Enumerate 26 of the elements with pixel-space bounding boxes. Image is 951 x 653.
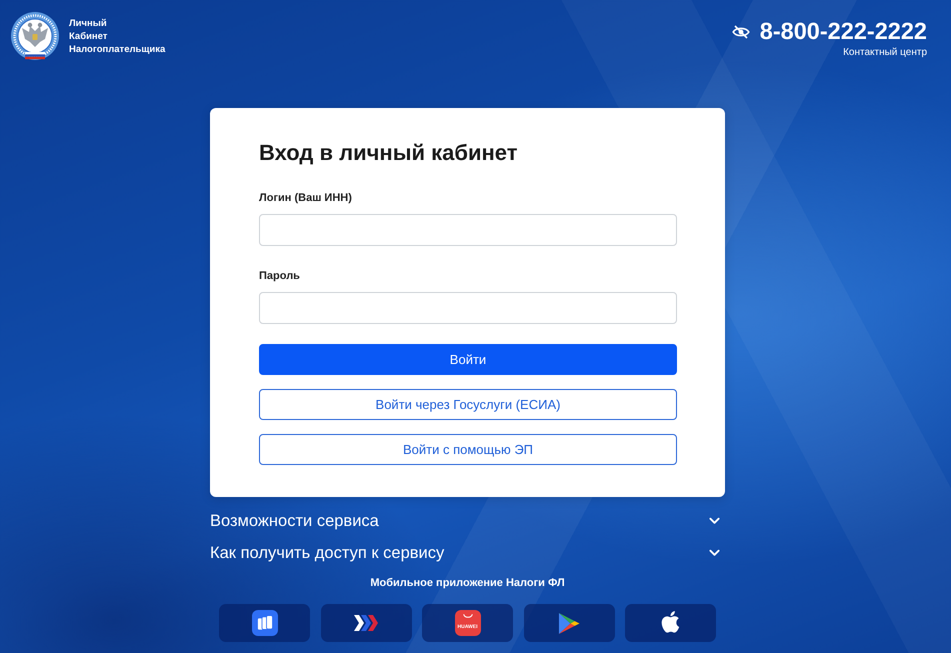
- play-triangle-icon: [558, 612, 580, 634]
- alt-login-button[interactable]: Войти с помощью ЭП: [259, 434, 677, 465]
- chevron-icon: [709, 517, 720, 525]
- form-title: Вход в личный кабинет: [259, 140, 518, 166]
- alt-login-button[interactable]: Войти через Госуслуги (ЕСИА): [259, 389, 677, 420]
- bag-handle-icon: [462, 614, 474, 619]
- store-button[interactable]: [625, 604, 716, 642]
- input-field[interactable]: [259, 292, 677, 324]
- store-button[interactable]: [219, 604, 310, 642]
- login-button[interactable]: Войти: [259, 344, 677, 375]
- apple-icon: [661, 611, 680, 635]
- crossed-eye-icon[interactable]: [732, 24, 750, 38]
- accordion-toggle[interactable]: Как получить доступ к сервису: [210, 537, 725, 569]
- field-label: Пароль: [259, 269, 301, 284]
- site-title: Личный Кабинет Налогоплательщика: [69, 17, 166, 56]
- field-label: Логин (Ваш ИНН): [259, 191, 353, 206]
- chevron-icon: [709, 549, 720, 557]
- input-field[interactable]: [259, 214, 677, 246]
- chevrons-icon: [353, 613, 379, 633]
- phone-number[interactable]: 8-800-222-2222: [760, 18, 927, 45]
- store-button[interactable]: [320, 604, 412, 642]
- round-emblem-icon[interactable]: [10, 12, 60, 62]
- phone-caption: Контактный центр: [843, 46, 927, 59]
- accordion-toggle[interactable]: Возможности сервиса: [210, 505, 725, 537]
- apps-heading: Мобильное приложение Налоги ФЛ: [369, 576, 566, 591]
- blocks-app-icon: [252, 610, 278, 636]
